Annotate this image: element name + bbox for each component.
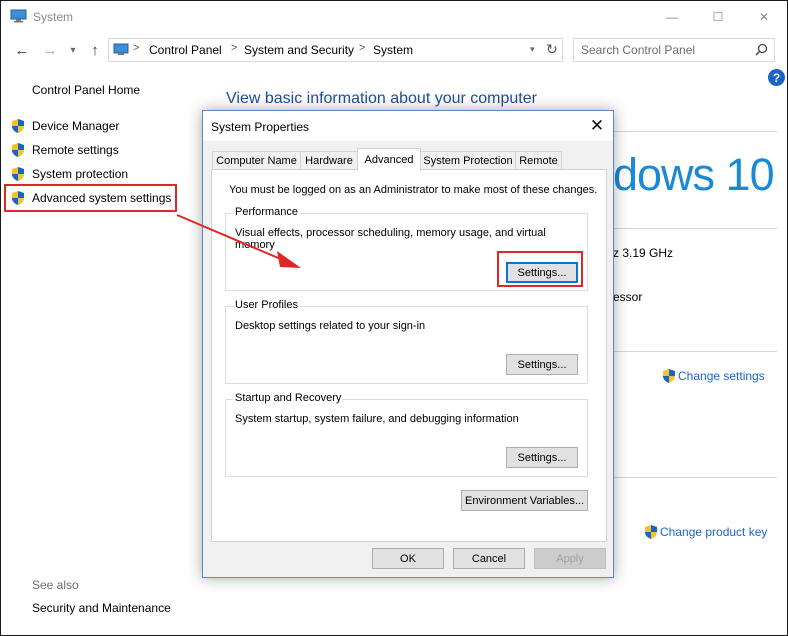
address-bar[interactable]: > Control Panel > System and Security > … bbox=[108, 38, 563, 62]
forward-button[interactable]: → bbox=[40, 39, 60, 61]
search-icon bbox=[755, 43, 768, 56]
see-also-heading: See also bbox=[32, 578, 79, 592]
tab-system-protection[interactable]: System Protection bbox=[420, 151, 516, 170]
arrow-up-icon: ↑ bbox=[91, 41, 99, 59]
breadcrumb-control-panel[interactable]: Control Panel bbox=[149, 43, 222, 57]
change-product-key-link[interactable]: Change product key bbox=[643, 524, 767, 540]
change-settings-link[interactable]: Change settings bbox=[661, 368, 765, 384]
environment-variables-button[interactable]: Environment Variables... bbox=[461, 490, 588, 511]
highlight-box bbox=[497, 251, 583, 287]
group-legend: Startup and Recovery bbox=[233, 392, 344, 404]
dialog-title-bar: System Properties ✕ bbox=[203, 111, 613, 141]
sidebar-item-device-manager[interactable]: Device Manager bbox=[10, 117, 119, 135]
minimize-button[interactable]: — bbox=[649, 1, 695, 33]
uac-shield-icon bbox=[12, 143, 24, 157]
page-title: View basic information about your comput… bbox=[226, 90, 537, 107]
sidebar-item-label: System protection bbox=[32, 167, 129, 181]
divider bbox=[611, 131, 777, 132]
breadcrumb-separator: > bbox=[359, 42, 366, 54]
minimize-icon: — bbox=[666, 10, 678, 24]
recent-locations-button[interactable]: ▾ bbox=[63, 39, 83, 61]
back-button[interactable]: ← bbox=[12, 39, 32, 61]
startup-recovery-group: Startup and Recovery System startup, sys… bbox=[225, 392, 588, 477]
sidebar-item-system-protection[interactable]: System protection bbox=[10, 165, 128, 183]
dialog-close-button[interactable]: ✕ bbox=[586, 116, 608, 136]
ok-button[interactable]: OK bbox=[372, 548, 444, 569]
change-settings-label: Change settings bbox=[678, 369, 765, 383]
chevron-down-icon: ▾ bbox=[70, 44, 76, 56]
group-legend: Performance bbox=[233, 206, 300, 218]
startup-recovery-settings-button[interactable]: Settings... bbox=[506, 447, 578, 468]
user-profiles-settings-button[interactable]: Settings... bbox=[506, 354, 578, 375]
tab-remote[interactable]: Remote bbox=[515, 151, 562, 170]
advanced-tab-panel: You must be logged on as an Administrato… bbox=[211, 169, 607, 542]
admin-notice: You must be logged on as an Administrato… bbox=[229, 184, 598, 196]
chevron-down-icon[interactable]: ▾ bbox=[530, 44, 535, 55]
dialog-title: System Properties bbox=[211, 120, 310, 134]
group-description: Visual effects, processor scheduling, me… bbox=[235, 227, 546, 251]
help-icon[interactable]: ? bbox=[768, 69, 785, 86]
sidebar-item-remote-settings[interactable]: Remote settings bbox=[10, 141, 119, 159]
search-input[interactable] bbox=[581, 43, 751, 57]
uac-shield-icon bbox=[645, 525, 657, 539]
group-legend: User Profiles bbox=[233, 299, 300, 311]
cancel-button[interactable]: Cancel bbox=[453, 548, 525, 569]
system-properties-dialog: System Properties ✕ Computer Name Hardwa… bbox=[202, 110, 614, 578]
highlight-box bbox=[4, 184, 177, 212]
computer-icon bbox=[113, 43, 129, 55]
windows-10-logo: dows 10 bbox=[613, 149, 775, 200]
change-product-key-label: Change product key bbox=[660, 525, 768, 539]
tab-computer-name[interactable]: Computer Name bbox=[212, 151, 301, 170]
sidebar-item-label: Remote settings bbox=[32, 143, 119, 157]
breadcrumb-separator: > bbox=[133, 42, 140, 54]
up-button[interactable]: ↑ bbox=[85, 39, 105, 61]
tab-hardware[interactable]: Hardware bbox=[300, 151, 358, 170]
breadcrumb-separator: > bbox=[231, 42, 238, 54]
group-description: System startup, system failure, and debu… bbox=[235, 413, 519, 425]
maximize-icon: ☐ bbox=[712, 10, 724, 24]
security-and-maintenance-link[interactable]: Security and Maintenance bbox=[32, 601, 171, 615]
divider bbox=[611, 477, 777, 478]
close-icon: ✕ bbox=[589, 116, 605, 135]
control-panel-home-link[interactable]: Control Panel Home bbox=[32, 83, 140, 97]
computer-icon bbox=[10, 9, 27, 23]
system-type-text: essor bbox=[613, 290, 643, 304]
arrow-right-icon: → bbox=[42, 41, 58, 59]
uac-shield-icon bbox=[12, 119, 24, 133]
processor-speed: z 3.19 GHz bbox=[613, 246, 674, 260]
divider bbox=[611, 228, 777, 229]
arrow-left-icon: ← bbox=[14, 41, 30, 59]
system-window: System — ☐ ✕ ← → ▾ ↑ > Control Panel > S… bbox=[0, 0, 788, 636]
refresh-icon[interactable]: ↻ bbox=[546, 41, 558, 58]
close-icon: ✕ bbox=[758, 10, 770, 24]
uac-shield-icon bbox=[12, 167, 24, 181]
search-box[interactable] bbox=[573, 38, 775, 62]
window-title: System bbox=[33, 10, 74, 24]
breadcrumb-system-and-security[interactable]: System and Security bbox=[244, 43, 354, 57]
group-description: Desktop settings related to your sign-in bbox=[235, 320, 426, 332]
divider bbox=[611, 351, 777, 352]
title-bar: System — ☐ ✕ bbox=[1, 1, 787, 33]
sidebar-item-label: Device Manager bbox=[32, 119, 120, 133]
uac-shield-icon bbox=[663, 369, 675, 383]
close-button[interactable]: ✕ bbox=[741, 1, 787, 33]
apply-button[interactable]: Apply bbox=[534, 548, 606, 569]
user-profiles-group: User Profiles Desktop settings related t… bbox=[225, 299, 588, 384]
maximize-button[interactable]: ☐ bbox=[695, 1, 741, 33]
breadcrumb-system[interactable]: System bbox=[373, 43, 413, 57]
tab-advanced[interactable]: Advanced bbox=[357, 148, 421, 171]
